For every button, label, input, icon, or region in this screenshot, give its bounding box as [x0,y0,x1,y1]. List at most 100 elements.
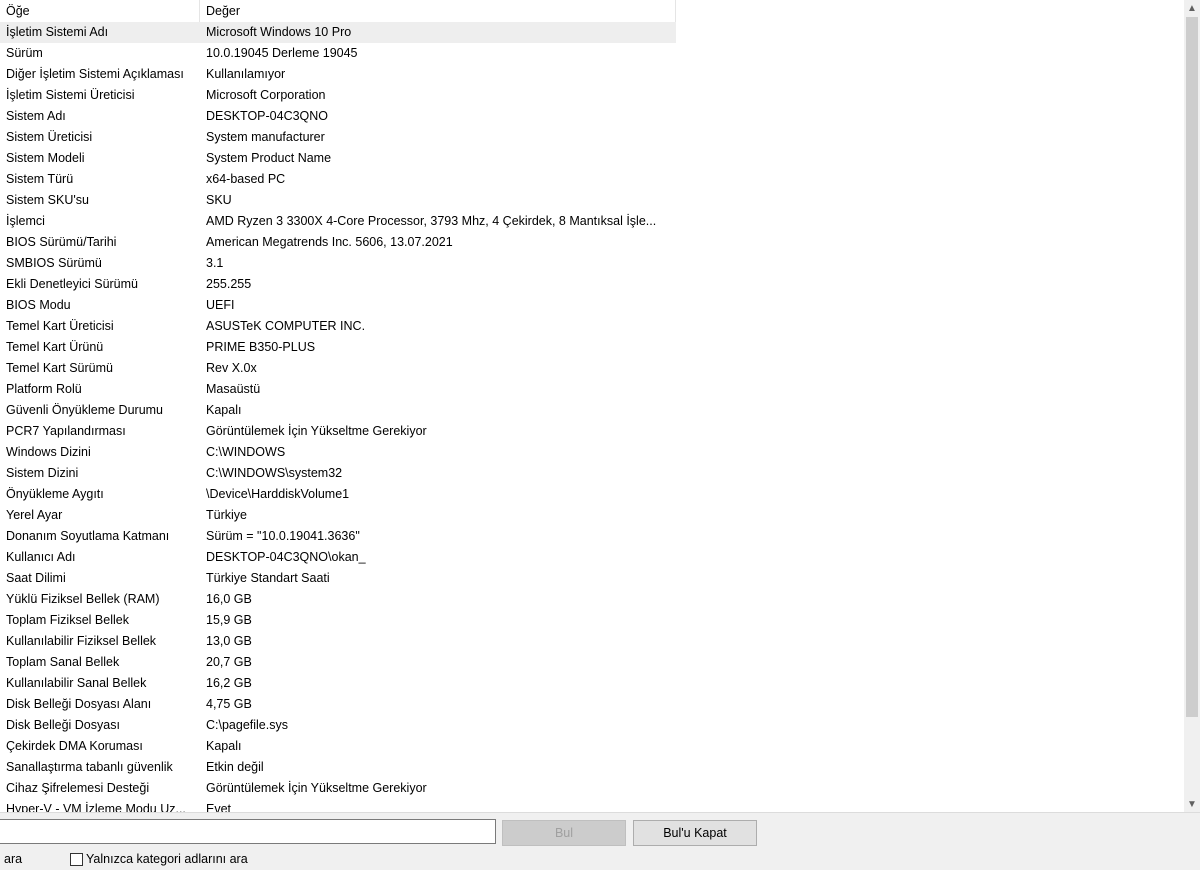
table-row[interactable]: Sistem Üreticisi System manufacturer [0,127,676,148]
table-row[interactable]: PCR7 Yapılandırması Görüntülemek İçin Yük… [0,421,676,442]
close-find-button[interactable]: Bul'u Kapat [633,820,757,846]
row-value: Microsoft Corporation [206,88,326,102]
row-item: Önyükleme Aygıtı [6,487,104,501]
table-row[interactable]: Güvenli Önyükleme Durumu Kapalı [0,400,676,421]
row-value: Etkin değil [206,760,264,774]
list-header: Öğe Değer [0,0,676,22]
table-row[interactable]: Kullanılabilir Fiziksel Bellek 13,0 GB [0,631,676,652]
table-row[interactable]: Windows Dizini C:\WINDOWS [0,442,676,463]
row-item: Hyper-V - VM İzleme Modu Uz... [6,802,186,812]
table-row[interactable]: Sistem Dizini C:\WINDOWS\system32 [0,463,676,484]
row-item: Kullanıcı Adı [6,550,76,564]
row-item: PCR7 Yapılandırması [6,424,126,438]
table-row[interactable]: Ekli Denetleyici Sürümü 255.255 [0,274,676,295]
table-row[interactable]: BIOS Modu UEFI [0,295,676,316]
table-row[interactable]: İşletim Sistemi Üreticisi Microsoft Corpo… [0,85,676,106]
row-item: Disk Belleği Dosyası Alanı [6,697,152,711]
table-row[interactable]: Temel Kart Sürümü Rev X.0x [0,358,676,379]
table-row[interactable]: İşlemci AMD Ryzen 3 3300X 4-Core Processo… [0,211,676,232]
table-row[interactable]: Donanım Soyutlama Katmanı Sürüm = "10.0.1… [0,526,676,547]
table-row[interactable]: Sistem Modeli System Product Name [0,148,676,169]
table-row[interactable]: BIOS Sürümü/Tarihi American Megatrends In… [0,232,676,253]
row-item: Toplam Sanal Bellek [6,655,120,669]
table-row[interactable]: Kullanıcı Adı DESKTOP-04C3QNO\okan_ [0,547,676,568]
list-rows: İşletim Sistemi Adı Microsoft Windows 10 … [0,22,676,812]
row-item: Güvenli Önyükleme Durumu [6,403,164,417]
table-row[interactable]: Sistem SKU'su SKU [0,190,676,211]
row-value: ASUSTeK COMPUTER INC. [206,319,366,333]
table-row[interactable]: Sistem Adı DESKTOP-04C3QNO [0,106,676,127]
row-value: 255.255 [206,277,252,291]
table-row[interactable]: Diğer İşletim Sistemi Açıklaması Kullanıl… [0,64,676,85]
row-value: DESKTOP-04C3QNO [206,109,329,123]
system-summary-list[interactable]: Öğe Değer İşletim Sistemi Adı Microsoft W… [0,0,1184,812]
row-item: Sistem Adı [6,109,66,123]
row-item: Disk Belleği Dosyası [6,718,120,732]
row-item: Platform Rolü [6,382,82,396]
row-value: C:\WINDOWS\system32 [206,466,343,480]
table-row[interactable]: Toplam Fiziksel Bellek 15,9 GB [0,610,676,631]
table-row[interactable]: Temel Kart Ürünü PRIME B350-PLUS [0,337,676,358]
row-item: Cihaz Şifrelemesi Desteği [6,781,150,795]
table-row[interactable]: Cihaz Şifrelemesi Desteği Görüntülemek İç… [0,778,676,799]
table-row[interactable]: Yerel Ayar Türkiye [0,505,676,526]
row-item: Yerel Ayar [6,508,63,522]
row-value: Türkiye [206,508,247,522]
row-item: İşletim Sistemi Adı [6,25,109,39]
row-value: C:\WINDOWS [206,445,286,459]
row-value: 4,75 GB [206,697,252,711]
vertical-scrollbar[interactable]: ▲ ▼ [1184,0,1200,812]
scroll-up-icon[interactable]: ▲ [1184,0,1200,16]
row-item: Sistem SKU'su [6,193,89,207]
table-row[interactable]: Kullanılabilir Sanal Bellek 16,2 GB [0,673,676,694]
row-item: Kullanılabilir Sanal Bellek [6,676,147,690]
row-item: Sistem Türü [6,172,74,186]
row-item: İşletim Sistemi Üreticisi [6,88,135,102]
row-value: \Device\HarddiskVolume1 [206,487,350,501]
row-value: Sürüm = "10.0.19041.3636" [206,529,360,543]
row-value: 16,0 GB [206,592,252,606]
row-item: Sanallaştırma tabanlı güvenlik [6,760,173,774]
table-row[interactable]: Temel Kart Üreticisi ASUSTeK COMPUTER INC… [0,316,676,337]
scroll-down-icon[interactable]: ▼ [1184,796,1200,812]
table-row[interactable]: Yüklü Fiziksel Bellek (RAM) 16,0 GB [0,589,676,610]
row-value: UEFI [206,298,235,312]
find-button[interactable]: Bul [502,820,626,846]
table-row[interactable]: SMBIOS Sürümü 3.1 [0,253,676,274]
scrollbar-thumb[interactable] [1186,17,1198,717]
row-item: Sistem Üreticisi [6,130,93,144]
table-row[interactable]: Disk Belleği Dosyası C:\pagefile.sys [0,715,676,736]
row-value: System manufacturer [206,130,325,144]
table-row[interactable]: Disk Belleği Dosyası Alanı 4,75 GB [0,694,676,715]
table-row[interactable]: Sistem Türü x64-based PC [0,169,676,190]
category-only-checkbox[interactable]: Yalnızca kategori adlarını ara [70,852,248,866]
row-value: 20,7 GB [206,655,252,669]
table-row[interactable]: Önyükleme Aygıtı \Device\HarddiskVolume1 [0,484,676,505]
table-row[interactable]: Saat Dilimi Türkiye Standart Saati [0,568,676,589]
row-value: SKU [206,193,232,207]
row-value: American Megatrends Inc. 5606, 13.07.202… [206,235,453,249]
row-value: 15,9 GB [206,613,252,627]
row-item: İşlemci [6,214,45,228]
table-row[interactable]: Çekirdek DMA Koruması Kapalı [0,736,676,757]
row-value: Evet [206,802,232,812]
table-row[interactable]: Platform Rolü Masaüstü [0,379,676,400]
table-row[interactable]: İşletim Sistemi Adı Microsoft Windows 10 … [0,22,676,43]
table-row[interactable]: Hyper-V - VM İzleme Modu Uz... Evet [0,799,676,812]
column-header-item[interactable]: Öğe [0,0,200,22]
row-item: Temel Kart Üreticisi [6,319,114,333]
table-row[interactable]: Sanallaştırma tabanlı güvenlik Etkin deği… [0,757,676,778]
column-header-value[interactable]: Değer [200,0,676,22]
row-value: System Product Name [206,151,332,165]
row-value: 16,2 GB [206,676,252,690]
checkbox-icon[interactable] [70,852,83,866]
row-item: BIOS Sürümü/Tarihi [6,235,117,249]
find-bar: Bul Bul'u Kapat ara Yalnızca kategori ad… [0,812,1200,870]
table-row[interactable]: Sürüm 10.0.19045 Derleme 19045 [0,43,676,64]
row-value: Masaüstü [206,382,261,396]
row-item: Temel Kart Ürünü [6,340,104,354]
find-input[interactable] [0,819,496,844]
table-row[interactable]: Toplam Sanal Bellek 20,7 GB [0,652,676,673]
row-value: AMD Ryzen 3 3300X 4-Core Processor, 3793… [206,214,657,228]
row-item: BIOS Modu [6,298,71,312]
